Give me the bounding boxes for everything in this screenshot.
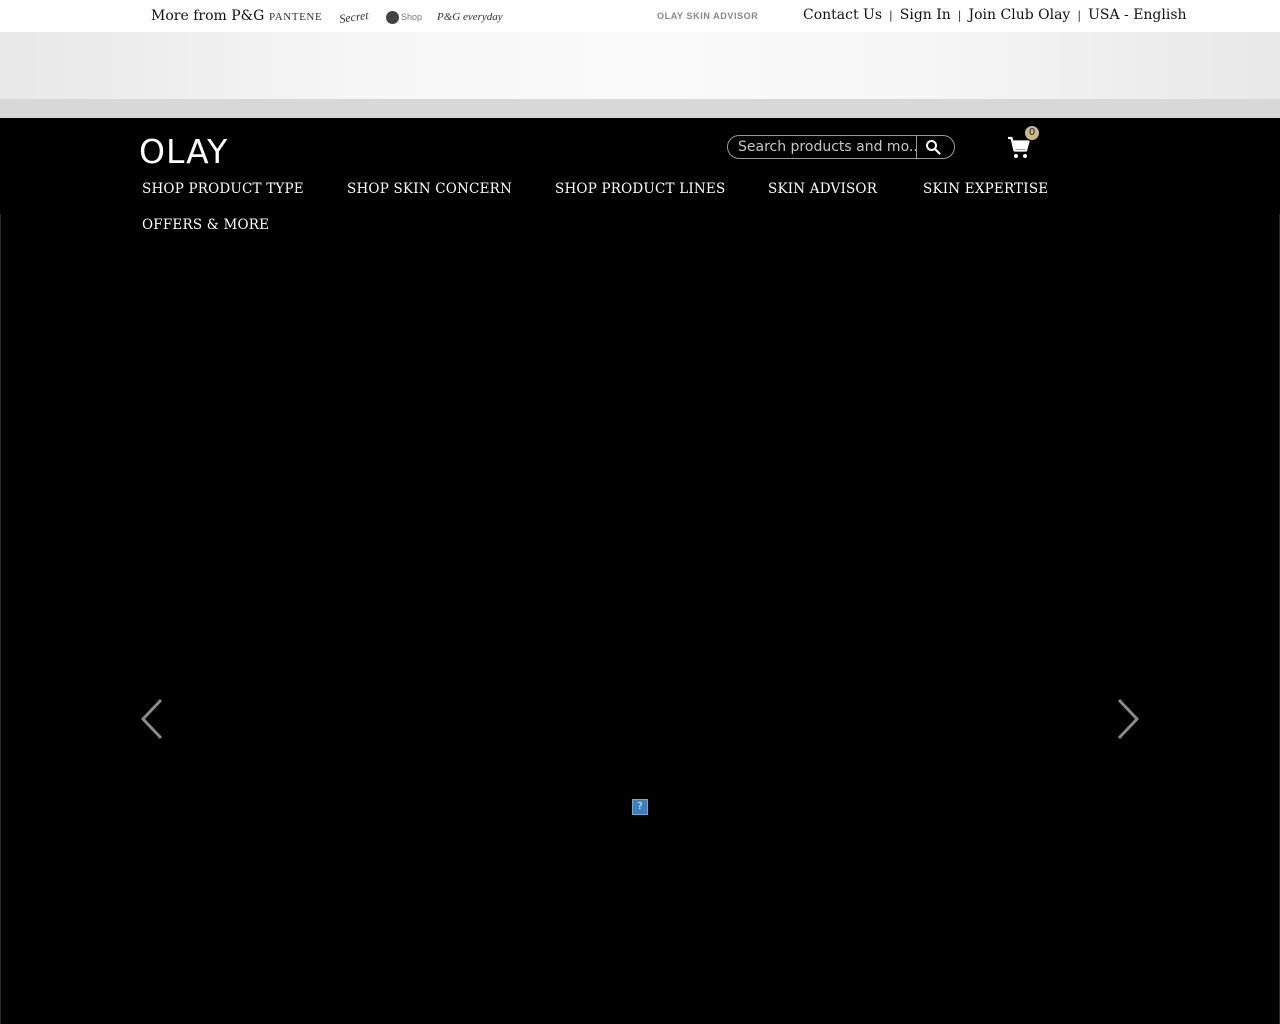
- locale-selector[interactable]: USA - English: [1088, 7, 1187, 23]
- pantene-brand-link[interactable]: PANTENE: [269, 0, 322, 32]
- nav-offers-more[interactable]: OFFERS & MORE: [142, 217, 269, 233]
- search-box: [727, 135, 955, 159]
- olay-skin-advisor-link[interactable]: OLAY SKIN ADVISOR: [657, 11, 758, 21]
- carousel-prev-button[interactable]: [139, 697, 165, 741]
- separator: |: [889, 9, 893, 22]
- secret-brand-link[interactable]: Secret: [337, 0, 371, 34]
- carousel-next-button[interactable]: [1115, 697, 1141, 741]
- nav-shop-product-lines[interactable]: SHOP PRODUCT LINES: [555, 181, 725, 197]
- nav-skin-expertise[interactable]: SKIN EXPERTISE: [923, 181, 1048, 197]
- shopping-cart-icon: [1008, 136, 1030, 158]
- join-club-olay-link[interactable]: Join Club Olay: [969, 7, 1071, 23]
- separator: |: [957, 9, 962, 22]
- search-button[interactable]: [916, 136, 955, 158]
- chevron-right-icon: [1117, 698, 1140, 740]
- separator: |: [1077, 9, 1082, 22]
- pg-everyday-brand-link[interactable]: P&G everyday: [437, 0, 503, 32]
- hero-border-left: [0, 214, 1, 1024]
- promo-banner: [0, 32, 1280, 99]
- nav-shop-product-type[interactable]: SHOP PRODUCT TYPE: [142, 181, 304, 197]
- search-input[interactable]: [738, 137, 916, 157]
- contact-us-link[interactable]: Contact Us: [803, 7, 882, 23]
- broken-image-icon: ?: [632, 799, 648, 815]
- site-header: OLAY 0 SHOP PRODUCT TYPE SHOP SKIN CONCE…: [0, 118, 1280, 233]
- olay-logo[interactable]: OLAY: [139, 132, 228, 171]
- utility-bar: More from P&G PANTENE Secret Shop P&G ev…: [0, 0, 1280, 32]
- pg-shop-label: Shop: [401, 12, 423, 22]
- pg-logo-icon: [386, 11, 399, 25]
- more-from-pg-label[interactable]: More from P&G: [151, 8, 264, 24]
- chevron-left-icon: [140, 698, 163, 740]
- pg-shop-brand-link[interactable]: Shop: [386, 0, 422, 32]
- nav-skin-advisor[interactable]: SKIN ADVISOR: [768, 181, 877, 197]
- search-icon: [926, 140, 941, 155]
- nav-shop-skin-concern[interactable]: SHOP SKIN CONCERN: [347, 181, 512, 197]
- utility-links: Contact Us | Sign In | Join Club Olay | USA - …: [803, 7, 1187, 23]
- banner-strip: [0, 99, 1280, 118]
- sign-in-link[interactable]: Sign In: [900, 7, 951, 23]
- cart-count-badge: 0: [1025, 126, 1039, 140]
- cart-button[interactable]: [1007, 136, 1031, 160]
